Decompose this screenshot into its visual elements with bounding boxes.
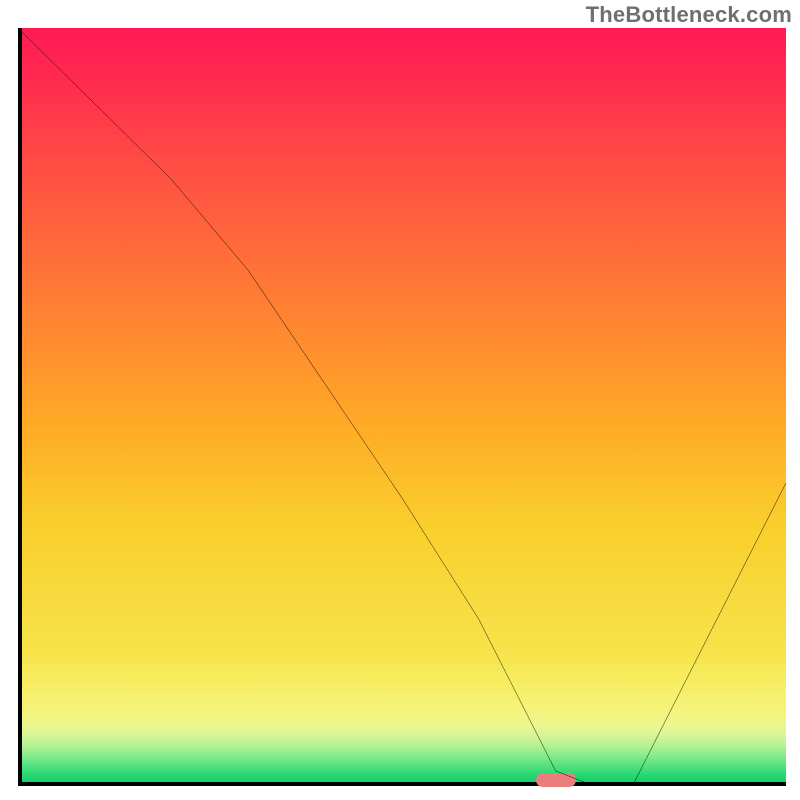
bottleneck-curve bbox=[18, 28, 786, 786]
watermark-label: TheBottleneck.com bbox=[586, 2, 792, 28]
curve-path bbox=[18, 28, 786, 786]
chart-container: TheBottleneck.com bbox=[0, 0, 800, 800]
plot-area bbox=[18, 28, 786, 786]
